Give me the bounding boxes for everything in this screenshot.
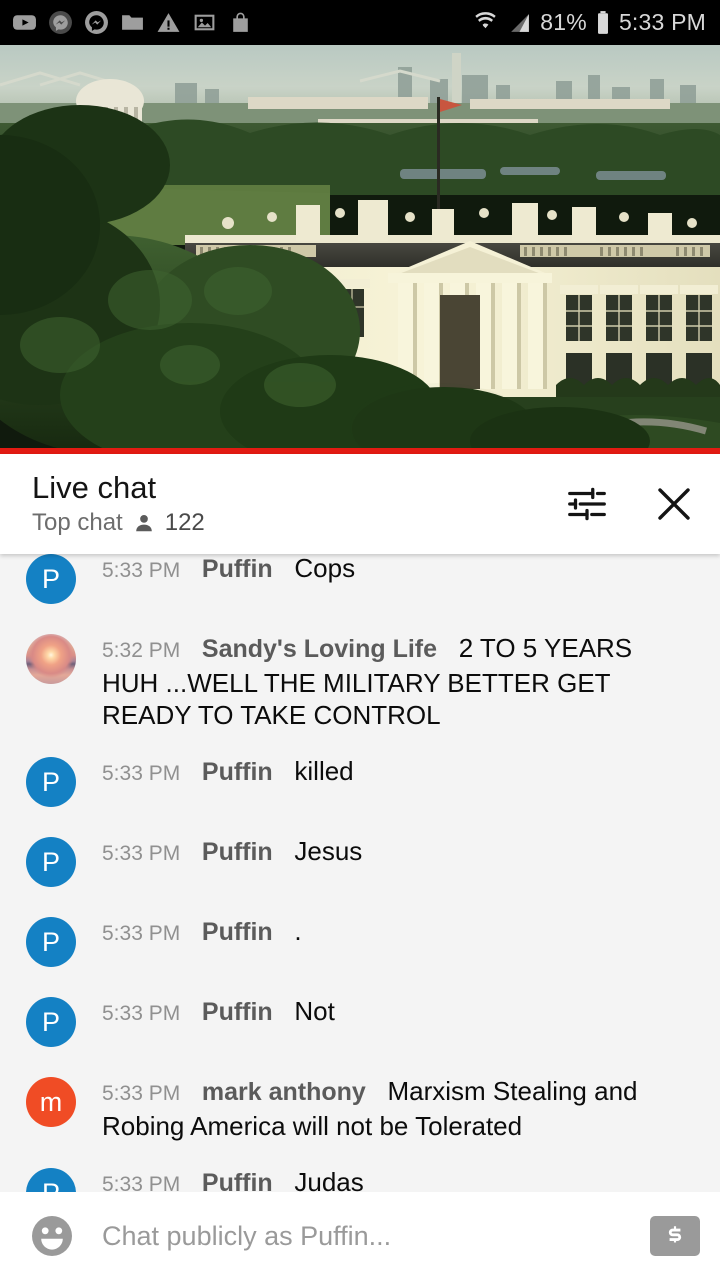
video-player[interactable] [0, 45, 720, 454]
message-timestamp: 5:33 PM [102, 842, 181, 865]
super-chat-dollar-icon [668, 1226, 682, 1243]
chat-message-body: 5:33 PM Puffin Not [102, 993, 335, 1030]
status-bar: 81% 5:33 PM [0, 0, 720, 45]
message-text: . [294, 916, 302, 946]
chat-message-body: 5:33 PM mark anthony Marxism Stealing an… [102, 1073, 696, 1142]
page-title: Live chat [32, 470, 157, 506]
message-author[interactable]: Puffin [202, 998, 273, 1026]
chat-message-body: 5:33 PM Puffin Jesus [102, 833, 362, 870]
shopping-bag-icon [233, 12, 248, 32]
avatar[interactable] [26, 634, 76, 684]
live-chat-header: Live chat Top chat 122 [0, 454, 720, 554]
message-text: Marxism Stealing and Robing America will… [102, 1076, 638, 1141]
message-timestamp: 5:33 PM [102, 1173, 181, 1192]
avatar[interactable]: P [26, 554, 76, 604]
live-chat-header-text-group: Live chat Top chat 122 [32, 471, 205, 536]
status-bar-notification-icons [12, 10, 253, 35]
youtube-icon [13, 15, 36, 30]
super-chat-button[interactable] [650, 1216, 700, 1256]
message-timestamp: 5:32 PM [102, 639, 181, 662]
message-author[interactable]: mark anthony [202, 1078, 366, 1106]
chat-message[interactable]: 5:32 PM Sandy's Loving Life 2 TO 5 YEARS… [0, 630, 700, 753]
chat-message-body: 5:33 PM Puffin killed [102, 753, 354, 790]
avatar[interactable]: P [26, 757, 76, 807]
avatar-initial: P [42, 1179, 60, 1192]
message-timestamp: 5:33 PM [102, 1082, 181, 1105]
avatar[interactable]: P [26, 917, 76, 967]
close-icon[interactable] [650, 480, 698, 528]
avatar-initial: P [41, 563, 60, 594]
message-author[interactable]: Puffin [202, 1169, 273, 1192]
avatar[interactable]: P [26, 1168, 76, 1192]
avatar-initial: P [41, 1006, 60, 1037]
message-timestamp: 5:33 PM [102, 762, 181, 785]
message-text: Jesus [294, 836, 363, 866]
white-house-video-frame [0, 45, 720, 454]
status-bar-clock: 5:33 PM [618, 9, 706, 35]
message-timestamp: 5:33 PM [102, 1002, 181, 1025]
chat-message-body: 5:33 PM Puffin Judas [102, 1164, 364, 1192]
message-timestamp: 5:33 PM [102, 922, 181, 945]
avatar[interactable]: P [26, 837, 76, 887]
message-author[interactable]: Puffin [202, 758, 273, 786]
chat-message[interactable]: P 5:33 PM Puffin Not [0, 993, 720, 1073]
chat-message[interactable]: P 5:33 PM Puffin Judas [0, 1164, 720, 1192]
chat-input[interactable] [102, 1220, 638, 1252]
avatar-initial: P [41, 766, 60, 797]
messenger-icon [85, 11, 108, 34]
live-chat-subtitle-row: Top chat 122 [32, 509, 205, 537]
status-bar-system-icons: 81% 5:33 PM [472, 9, 706, 36]
avatar-initial: P [41, 926, 60, 957]
live-chat-header-actions [564, 480, 698, 528]
chat-composer [0, 1192, 720, 1280]
messenger-muted-icon [49, 11, 72, 34]
chat-message[interactable]: P 5:33 PM Puffin Cops [0, 554, 720, 630]
folder-icon [122, 15, 143, 30]
message-author[interactable]: Puffin [202, 838, 273, 866]
avatar-initial: P [41, 846, 60, 877]
message-text: killed [294, 756, 354, 786]
chat-message-list[interactable]: P 5:33 PM Puffin Cops 5:32 PM Sandy's Lo… [0, 554, 720, 1192]
message-author[interactable]: Sandy's Loving Life [202, 635, 437, 663]
avatar-initial: m [39, 1086, 63, 1117]
message-author[interactable]: Puffin [202, 918, 273, 946]
chat-message-body: 5:32 PM Sandy's Loving Life 2 TO 5 YEARS… [102, 630, 676, 731]
chat-message-body: 5:33 PM Puffin Cops [102, 554, 355, 587]
warning-icon [157, 13, 180, 32]
message-timestamp: 5:33 PM [102, 559, 181, 582]
image-icon [194, 14, 215, 31]
avatar[interactable]: P [26, 997, 76, 1047]
battery-percent-label: 81% [540, 9, 587, 35]
battery-icon [597, 10, 608, 34]
emoji-smiley-icon[interactable] [28, 1212, 76, 1260]
chat-mode-label[interactable]: Top chat [32, 509, 123, 537]
wifi-icon [475, 12, 497, 29]
chat-message[interactable]: P 5:33 PM Puffin killed [0, 753, 720, 833]
chat-message-body: 5:33 PM Puffin . [102, 913, 302, 950]
message-text: Not [294, 996, 335, 1026]
chat-message[interactable]: P 5:33 PM Puffin Jesus [0, 833, 720, 913]
chat-settings-icon[interactable] [564, 481, 610, 527]
viewer-count-label: 122 [164, 508, 205, 536]
person-icon [135, 514, 152, 531]
avatar[interactable]: m [26, 1077, 76, 1127]
message-author[interactable]: Puffin [202, 555, 273, 583]
chat-message[interactable]: m 5:33 PM mark anthony Marxism Stealing … [0, 1073, 720, 1164]
message-text: Judas [294, 1167, 364, 1192]
chat-message[interactable]: P 5:33 PM Puffin . [0, 913, 720, 993]
cell-signal-icon [511, 14, 530, 32]
message-text: Cops [294, 554, 356, 583]
